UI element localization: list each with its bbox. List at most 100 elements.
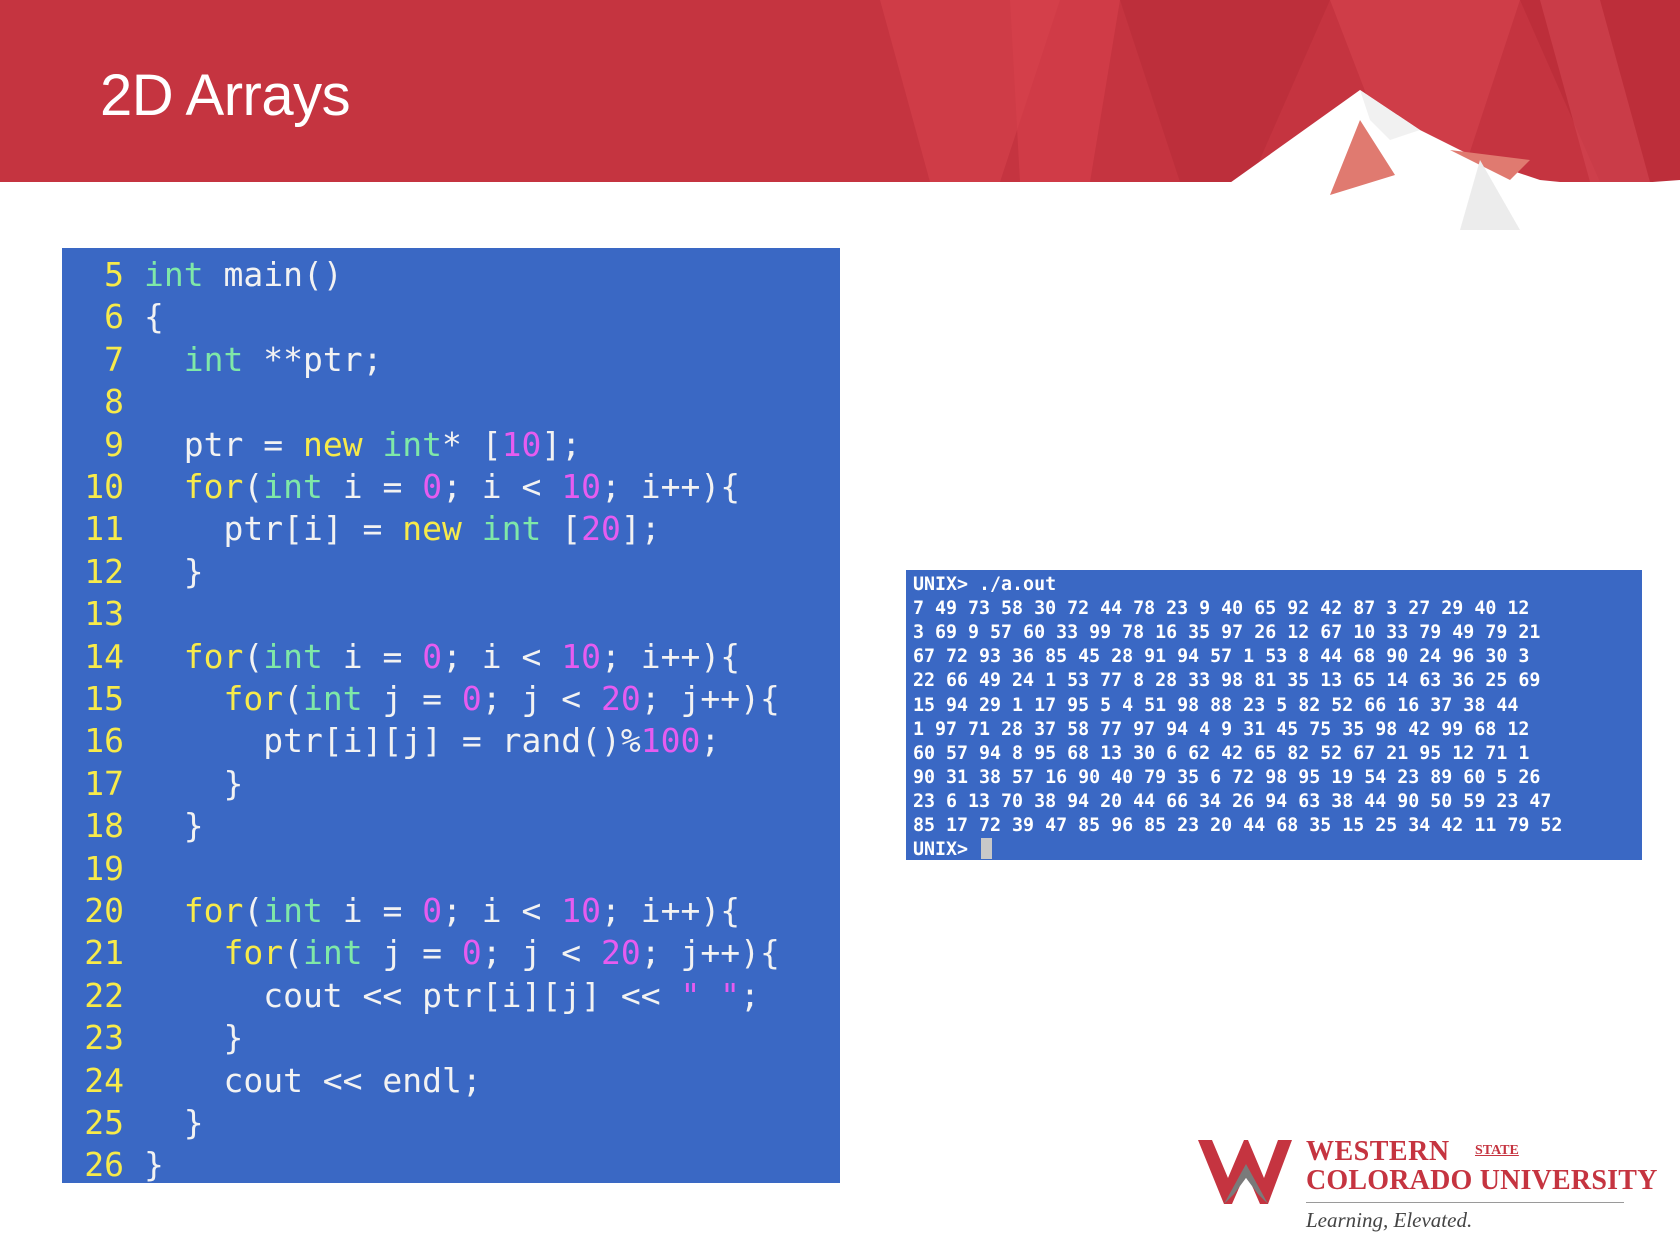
code-token: ; j++){ (640, 679, 780, 718)
code-line: 10 for(int i = 0; i < 10; i++){ (62, 466, 740, 508)
code-token: ; j++){ (640, 933, 780, 973)
code-line: 11 ptr[i] = new int [20]; (62, 508, 660, 550)
logo-state-text: STATE (1475, 1143, 1519, 1158)
code-token: new (302, 424, 363, 464)
line-number: 14 (84, 636, 124, 676)
terminal-cursor[interactable] (981, 838, 993, 860)
line-number: 21 (84, 933, 124, 973)
code-line: 15 for(int j = 0; j < 20; j++){ (62, 678, 780, 720)
code-token: i = (322, 636, 423, 676)
code-line: 7 int **ptr; (62, 339, 382, 381)
terminal-output-line-text: 7 49 73 58 30 72 44 78 23 9 40 65 92 42 … (913, 598, 1530, 620)
code-token: 100 (640, 721, 701, 761)
code-token: 0 (461, 679, 482, 718)
code-token: } (144, 1018, 244, 1058)
code-token: { (144, 297, 164, 337)
code-token: ; (740, 975, 760, 1015)
code-token: ; j < (481, 679, 602, 718)
terminal-output-panel: UNIX> ./a.out 7 49 73 58 30 72 44 78 23 9… (906, 570, 1642, 860)
code-line: 26} (62, 1144, 164, 1183)
code-line: 6{ (62, 296, 164, 338)
code-line: 19 (62, 848, 144, 890)
code-line: 18 } (62, 805, 204, 847)
code-token: ; j < (481, 933, 602, 973)
line-number: 12 (84, 551, 124, 591)
code-line: 17 } (62, 763, 243, 805)
code-token: } (144, 806, 204, 846)
code-token: cout << endl; (144, 1060, 482, 1100)
terminal-output-line: 85 17 72 39 47 85 96 85 23 20 44 68 35 1… (913, 814, 1562, 838)
terminal-output-line-text: 23 6 13 70 38 94 20 44 66 34 26 94 63 38… (913, 790, 1552, 812)
code-token: int (382, 424, 443, 464)
code-line: 21 for(int j = 0; j < 20; j++){ (62, 932, 780, 974)
terminal-output-line-text: 1 97 71 28 37 58 77 97 94 4 9 31 45 75 3… (913, 718, 1530, 740)
code-token: ( (243, 636, 264, 676)
line-number: 16 (84, 721, 124, 761)
code-token: ]; (541, 424, 582, 464)
code-token: j = (362, 933, 462, 973)
code-token: ptr[i][j] = rand()% (144, 721, 641, 761)
terminal-output-line-text: 22 66 49 24 1 53 77 8 28 33 98 81 35 13 … (913, 670, 1541, 692)
terminal-command-line-text: UNIX> ./a.out (913, 574, 1057, 595)
slide-title: 2D Arrays (100, 63, 351, 128)
code-token: int (263, 636, 323, 676)
code-token: ( (283, 679, 303, 718)
line-number: 17 (84, 763, 124, 803)
terminal-output-line: 22 66 49 24 1 53 77 8 28 33 98 81 35 13 … (913, 669, 1540, 693)
code-token: 0 (422, 891, 443, 930)
code-token: cout << ptr[i][j] << (144, 975, 681, 1015)
line-number: 24 (84, 1060, 124, 1100)
code-line: 8 (62, 381, 144, 423)
university-logo: WESTERN STATE COLORADO UNIVERSITY Learni… (1198, 1134, 1657, 1234)
code-token: } (144, 1103, 204, 1142)
terminal-output-line-text: 3 69 9 57 60 33 99 78 16 35 97 26 12 67 … (913, 622, 1541, 644)
code-token: ( (243, 891, 264, 930)
code-token: ; i++){ (601, 636, 741, 676)
terminal-output-line-text: 85 17 72 39 47 85 96 85 23 20 44 68 35 1… (913, 815, 1563, 836)
code-token: } (144, 551, 204, 591)
logo-tagline: Learning, Elevated. (1306, 1208, 1473, 1232)
code-token: int (263, 891, 323, 930)
code-token: ; i < (442, 467, 562, 506)
w-mountain-logo-icon (1198, 1140, 1292, 1204)
code-token: 10 (561, 467, 602, 506)
line-number: 8 (104, 382, 124, 422)
line-number: 6 (104, 297, 124, 337)
code-token: ptr = (144, 424, 303, 464)
code-line: 13 (62, 593, 144, 635)
code-line: 22 cout << ptr[i][j] << " "; (62, 975, 760, 1017)
terminal-output-line: 23 6 13 70 38 94 20 44 66 34 26 94 63 38… (913, 790, 1551, 814)
code-token: j = (362, 679, 462, 718)
code-token: int (302, 933, 363, 973)
terminal-output-line: 67 72 93 36 85 45 28 91 94 57 1 53 8 44 … (913, 645, 1529, 669)
code-token: ; i++){ (601, 467, 741, 506)
terminal-output-line: 60 57 94 8 95 68 13 30 6 62 42 65 82 52 … (913, 742, 1529, 766)
code-line: 16 ptr[i][j] = rand()%100; (62, 720, 720, 762)
line-number: 13 (84, 594, 124, 634)
code-token: int (144, 255, 204, 294)
code-token: **ptr; (243, 339, 383, 379)
code-token: 0 (422, 467, 443, 506)
terminal-output-line: 15 94 29 1 17 95 5 4 51 98 88 23 5 82 52… (913, 694, 1518, 718)
code-token: 10 (501, 424, 542, 464)
terminal-output-line: 1 97 71 28 37 58 77 97 94 4 9 31 45 75 3… (913, 718, 1529, 742)
code-token: new (402, 509, 462, 549)
code-token: } (144, 1145, 164, 1183)
line-number: 26 (84, 1145, 124, 1183)
code-token: 10 (561, 636, 602, 676)
terminal-output-line: 90 31 38 57 16 90 40 79 35 6 72 98 95 19… (913, 766, 1540, 790)
code-token: for (183, 467, 244, 506)
code-token: 20 (581, 509, 621, 549)
code-token: for (183, 891, 244, 930)
code-line: 24 cout << endl; (62, 1060, 482, 1102)
code-line: 14 for(int i = 0; i < 10; i++){ (62, 636, 740, 678)
code-token: int (481, 509, 542, 549)
code-token: ( (243, 467, 264, 506)
line-number: 5 (104, 255, 124, 294)
line-number: 11 (84, 509, 124, 549)
code-token: i = (322, 891, 423, 930)
code-token: ; i < (442, 636, 562, 676)
